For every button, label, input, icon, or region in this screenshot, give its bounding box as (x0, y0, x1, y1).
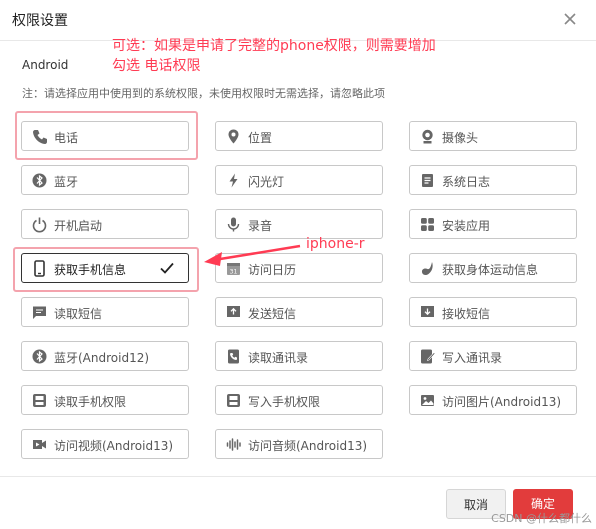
camera-icon (419, 128, 436, 145)
permission-option[interactable]: 蓝牙(Android12) (21, 341, 189, 371)
permission-label: 蓝牙(Android12) (54, 351, 150, 365)
calendar-icon: 31 (225, 260, 242, 277)
permission-label: 读取手机权限 (54, 395, 127, 409)
permission-label: 获取身体运动信息 (442, 263, 539, 277)
permission-label: 读取短信 (54, 307, 103, 321)
permission-label: 访问日历 (248, 263, 297, 277)
permission-label: 写入手机权限 (248, 395, 321, 409)
video-icon (31, 436, 48, 453)
annotation-arrow-label: iphone-r (306, 236, 365, 252)
microphone-icon (225, 216, 242, 233)
log-icon (419, 172, 436, 189)
permission-label: 接收短信 (442, 307, 491, 321)
permission-label: 访问音频(Android13) (248, 439, 368, 453)
flash-icon (225, 172, 242, 189)
svg-text:31: 31 (230, 269, 238, 276)
permission-option[interactable]: 31 访问日历 (215, 253, 383, 283)
permission-option[interactable]: 写入通讯录 (409, 341, 577, 371)
motion-icon (419, 260, 436, 277)
permission-label: 访问视频(Android13) (54, 439, 174, 453)
permission-label: 录音 (248, 219, 273, 233)
image-icon (419, 392, 436, 409)
contacts-edit-icon (419, 348, 436, 365)
permission-option[interactable]: 位置 (215, 121, 383, 151)
permission-option[interactable]: 访问图片(Android13) (409, 385, 577, 415)
apps-icon (419, 216, 436, 233)
permission-label: 写入通讯录 (442, 351, 503, 365)
power-icon (31, 216, 48, 233)
audio-icon (225, 436, 242, 453)
permission-option[interactable]: 访问视频(Android13) (21, 429, 189, 459)
permission-label: 访问图片(Android13) (442, 395, 562, 409)
permission-option[interactable]: 发送短信 (215, 297, 383, 327)
bluetooth-icon (31, 172, 48, 189)
bluetooth-icon (31, 348, 48, 365)
annotation-line1: 可选：如果是申请了完整的phone权限，则需要增加 (112, 38, 436, 54)
permission-option[interactable]: 读取短信 (21, 297, 189, 327)
permission-label: 系统日志 (442, 175, 491, 189)
permission-option[interactable]: 读取通讯录 (215, 341, 383, 371)
permission-option[interactable]: 获取身体运动信息 (409, 253, 577, 283)
permission-label: 开机启动 (54, 219, 103, 233)
permission-label: 摄像头 (442, 131, 479, 145)
annotation-box-device-info (13, 247, 199, 292)
sms-receive-icon (419, 304, 436, 321)
permission-dialog: 权限设置 可选：如果是申请了完整的phone权限，则需要增加 勾选 电话权限 A… (0, 0, 596, 528)
dialog-title: 权限设置 (12, 13, 68, 29)
permission-option[interactable]: 访问音频(Android13) (215, 429, 383, 459)
close-icon[interactable] (560, 9, 580, 29)
permission-label: 闪光灯 (248, 175, 285, 189)
location-icon (225, 128, 242, 145)
permission-label: 蓝牙 (54, 175, 79, 189)
watermark: CSDN @什么都什么 (491, 512, 592, 525)
contacts-icon (225, 348, 242, 365)
dialog-header: 权限设置 (0, 0, 596, 41)
permission-option[interactable]: 闪光灯 (215, 165, 383, 195)
sms-icon (31, 304, 48, 321)
storage-icon (225, 392, 242, 409)
permission-option[interactable]: 安装应用 (409, 209, 577, 239)
permission-label: 发送短信 (248, 307, 297, 321)
storage-icon (31, 392, 48, 409)
hint-text: 注：请选择应用中使用到的系统权限，未使用权限时无需选择，请忽略此项 (22, 87, 385, 100)
permission-option[interactable]: 系统日志 (409, 165, 577, 195)
permission-option[interactable]: 开机启动 (21, 209, 189, 239)
permission-label: 位置 (248, 131, 273, 145)
permission-option[interactable]: 蓝牙 (21, 165, 189, 195)
permission-option[interactable]: 接收短信 (409, 297, 577, 327)
platform-label: Android (22, 58, 69, 72)
permission-label: 安装应用 (442, 219, 491, 233)
permission-option[interactable]: 摄像头 (409, 121, 577, 151)
permission-option[interactable]: 读取手机权限 (21, 385, 189, 415)
annotation-line2: 勾选 电话权限 (112, 58, 201, 74)
permission-option[interactable]: 写入手机权限 (215, 385, 383, 415)
permission-label: 读取通讯录 (248, 351, 309, 365)
annotation-box-phone (15, 111, 198, 160)
sms-send-icon (225, 304, 242, 321)
